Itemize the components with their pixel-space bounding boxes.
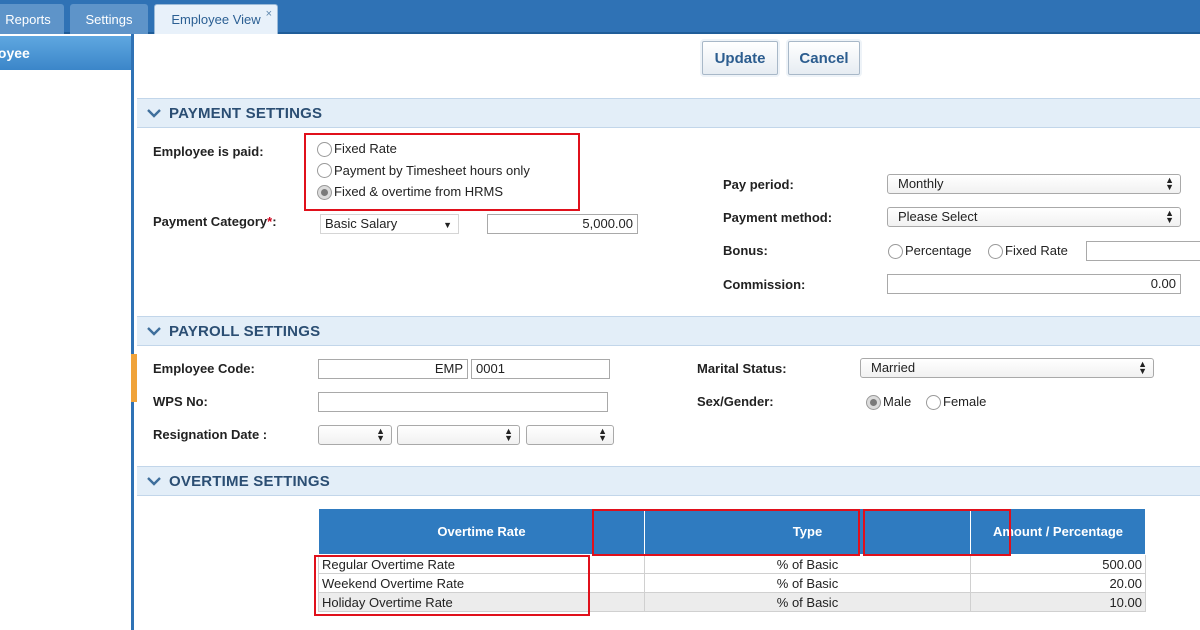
tab-settings[interactable]: Settings — [70, 4, 148, 34]
amount-cell[interactable]: 20.00 — [970, 573, 1146, 593]
section-title: PAYMENT SETTINGS — [169, 104, 323, 122]
employee-code-label: Employee Code: — [153, 361, 255, 376]
select-value: Basic Salary — [325, 216, 398, 231]
payment-category-amount[interactable]: 5,000.00 — [487, 214, 638, 234]
chevron-updown-icon: ▲ ▼ — [1138, 359, 1147, 376]
radio-label: Percentage — [905, 243, 972, 258]
chevron-down-icon — [147, 106, 161, 120]
tab-reports[interactable]: Reports — [0, 4, 64, 34]
close-icon[interactable]: × — [266, 8, 272, 20]
commission-label: Commission: — [723, 277, 806, 292]
label-colon: : — [272, 214, 277, 229]
update-button[interactable]: Update — [702, 41, 778, 75]
employee-paid-label: Employee is paid: — [153, 144, 264, 159]
tab-label: Settings — [85, 11, 133, 27]
amount-cell[interactable]: 500.00 — [970, 554, 1146, 574]
type-cell[interactable]: % of Basic — [644, 592, 971, 612]
wps-no-input[interactable] — [318, 392, 608, 412]
pay-period-select[interactable]: Monthly ▲ ▼ — [887, 174, 1181, 194]
type-cell[interactable]: % of Basic — [644, 573, 971, 593]
gender-female-radio[interactable] — [926, 395, 941, 410]
marital-status-select[interactable]: Married ▲ ▼ — [860, 358, 1154, 378]
marital-status-label: Marital Status: — [697, 361, 787, 376]
payroll-settings-header[interactable]: PAYROLL SETTINGS — [137, 316, 1200, 346]
tab-label: Employee View — [171, 12, 261, 27]
pay-period-label: Pay period: — [723, 177, 794, 192]
chevron-down-icon: ▼ — [443, 220, 452, 230]
select-value: Married — [871, 360, 916, 375]
tab-employee-view[interactable]: Employee View × — [154, 4, 278, 34]
overtime-settings-header[interactable]: OVERTIME SETTINGS — [137, 466, 1200, 496]
bonus-fixed-rate-radio[interactable] — [988, 244, 1003, 259]
select-value: Monthly — [898, 176, 944, 191]
resignation-year-select[interactable]: ▲ ▼ — [526, 425, 614, 445]
radio-label: Male — [883, 394, 912, 409]
cancel-button[interactable]: Cancel — [788, 41, 860, 75]
payment-settings-header[interactable]: PAYMENT SETTINGS — [137, 98, 1200, 128]
payment-category-label: Payment Category*: — [153, 214, 277, 229]
main-content: Update Cancel PAYMENT SETTINGS Employee … — [137, 34, 1200, 630]
chevron-updown-icon: ▲ ▼ — [1165, 175, 1174, 192]
type-cell[interactable]: % of Basic — [644, 554, 971, 574]
payment-method-label: Payment method: — [723, 210, 833, 225]
chevron-updown-icon: ▲ ▼ — [598, 426, 607, 443]
radio-label: Female — [943, 394, 987, 409]
highlight-box — [314, 555, 590, 616]
chevron-updown-icon: ▲ ▼ — [376, 426, 385, 443]
sidebar-item-employee[interactable]: loyee — [0, 36, 131, 70]
gender-male-radio[interactable] — [866, 395, 881, 410]
wps-no-label: WPS No: — [153, 394, 208, 409]
bonus-percentage-radio[interactable] — [888, 244, 903, 259]
bonus-label: Bonus: — [723, 243, 768, 258]
bonus-input[interactable] — [1086, 241, 1200, 261]
label-text: Payment Category — [153, 214, 268, 229]
highlight-box — [863, 509, 1011, 556]
highlight-box — [592, 509, 860, 556]
employee-code-number-input[interactable]: 0001 — [471, 359, 610, 379]
commission-input[interactable]: 0.00 — [887, 274, 1181, 294]
amount-cell[interactable]: 10.00 — [970, 592, 1146, 612]
chevron-updown-icon: ▲ ▼ — [1165, 208, 1174, 225]
sidebar: loyee — [0, 34, 137, 630]
tab-label: Reports — [5, 11, 51, 27]
chevron-down-icon — [147, 324, 161, 338]
sidebar-item-label: loyee — [0, 45, 30, 61]
select-value: Please Select — [898, 209, 978, 224]
resignation-day-select[interactable]: ▲ ▼ — [318, 425, 392, 445]
payment-category-select[interactable]: Basic Salary ▼ — [320, 214, 459, 234]
resignation-date-label: Resignation Date : — [153, 427, 268, 442]
chevron-updown-icon: ▲ ▼ — [504, 426, 513, 443]
payment-method-select[interactable]: Please Select ▲ ▼ — [887, 207, 1181, 227]
tab-bar: Reports Settings Employee View × — [0, 0, 1200, 34]
gender-label: Sex/Gender: — [697, 394, 774, 409]
employee-code-prefix-input[interactable]: EMP — [318, 359, 468, 379]
chevron-down-icon — [147, 474, 161, 488]
resignation-month-select[interactable]: ▲ ▼ — [397, 425, 520, 445]
section-title: OVERTIME SETTINGS — [169, 472, 330, 490]
highlight-box — [304, 133, 580, 211]
section-title: PAYROLL SETTINGS — [169, 322, 321, 340]
radio-label: Fixed Rate — [1005, 243, 1068, 258]
